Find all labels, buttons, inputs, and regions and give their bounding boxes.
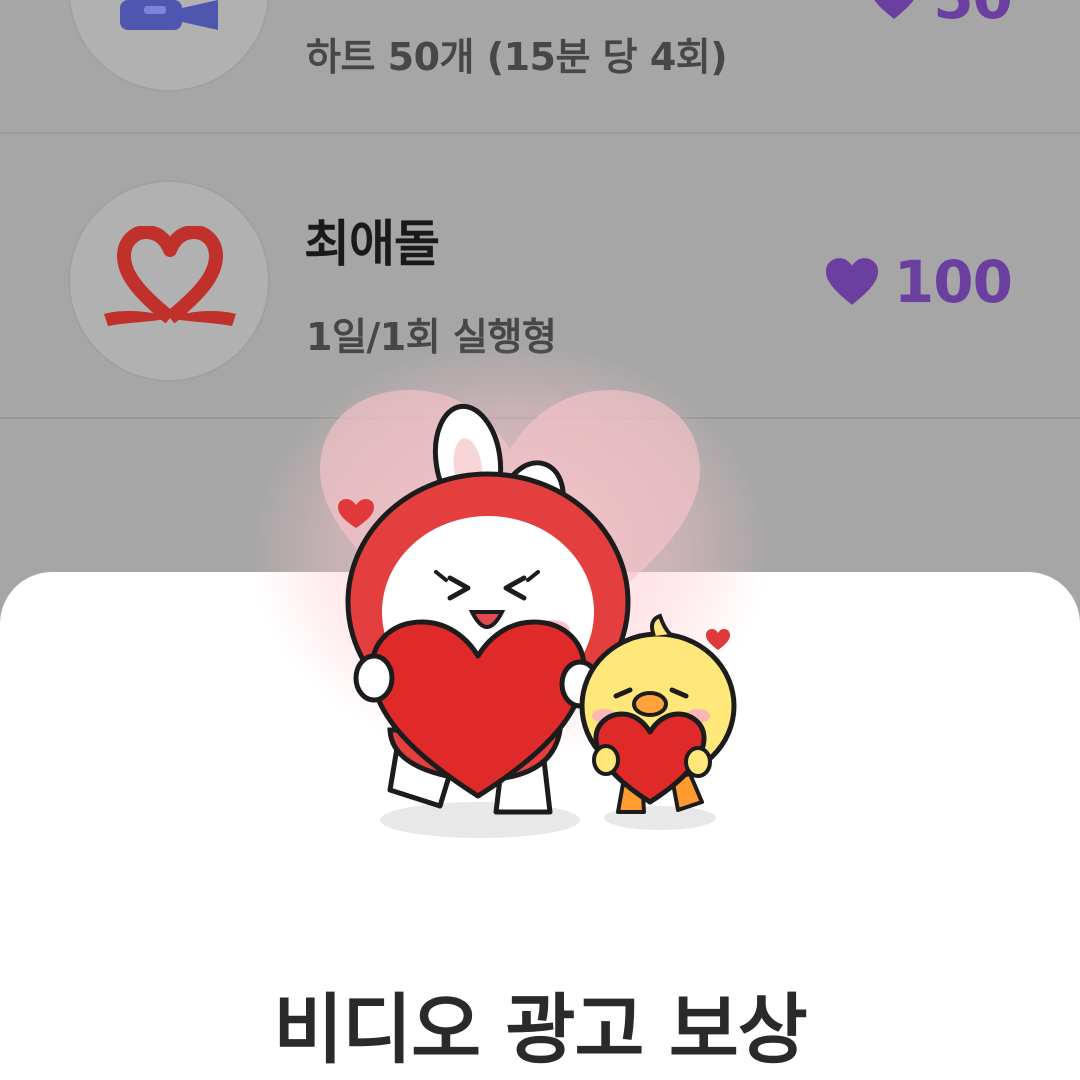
row-reward: 50 <box>869 0 1013 32</box>
row-reward: 100 <box>824 248 1013 316</box>
row-subtitle: 하트 50개 (15분 당 4회) <box>306 35 728 79</box>
row-title: 최애돌 <box>304 215 440 273</box>
row-icon-container <box>68 0 270 92</box>
reward-amount: 100 <box>893 248 1013 316</box>
reward-amount: 50 <box>933 0 1013 32</box>
screen: 하트 50개 (15분 당 4회) 50 최애돌 1일/1회 실행형 <box>0 0 1080 1080</box>
bunny-and-chick-illustration <box>240 350 840 850</box>
choeaedol-logo-icon <box>100 225 240 342</box>
reward-list-item-video[interactable]: 하트 50개 (15분 당 4회) 50 <box>0 0 1080 134</box>
video-camera-icon <box>118 0 228 44</box>
heart-icon <box>869 0 919 21</box>
sheet-title: 비디오 광고 보상 <box>273 985 807 1074</box>
heart-icon <box>824 257 880 307</box>
